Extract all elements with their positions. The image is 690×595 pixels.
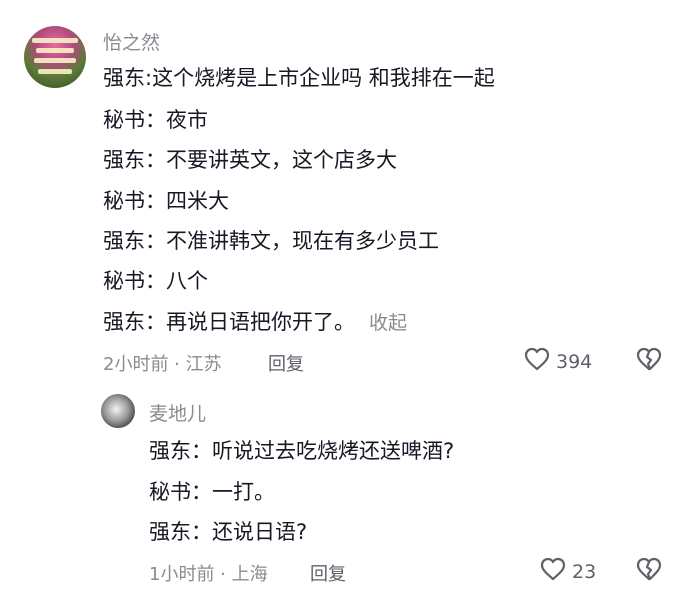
main-comment-last-line: 强东：再说日语把你开了。 收起 [103, 308, 407, 337]
reply-commenter-username[interactable]: 麦地儿 [149, 399, 206, 426]
reply-comment-line: 强东：听说过去吃烧烤还送啤酒? [149, 439, 455, 463]
reply-commenter-avatar[interactable] [101, 394, 135, 428]
reply-reply-button[interactable]: 回复 [310, 560, 346, 586]
main-dislike-button[interactable] [636, 347, 662, 376]
main-comment-line: 秘书：八个 [103, 269, 208, 293]
main-comment-line: 强东：不准讲韩文，现在有多少员工 [103, 229, 439, 253]
reply-comment-meta: 1小时前 · 上海 [149, 564, 268, 585]
main-commenter-username[interactable]: 怡之然 [103, 28, 160, 55]
main-like-count: 394 [556, 350, 593, 373]
main-reply-button[interactable]: 回复 [268, 350, 304, 376]
reply-comment-line: 秘书：一打。 [149, 480, 275, 504]
main-comment-line: 秘书：四米大 [103, 189, 229, 213]
broken-heart-icon [636, 347, 662, 376]
comment-thread: 怡之然 强东:这个烧烤是上市企业吗 和我排在一起 秘书：夜市 强东：不要讲英文，… [0, 0, 690, 595]
main-commenter-avatar[interactable] [24, 26, 86, 88]
main-like-button[interactable]: 394 [524, 347, 592, 376]
reply-like-count: 23 [572, 560, 597, 583]
reply-comment-line: 强东：还说日语? [149, 520, 308, 544]
main-comment-line: 强东:这个烧烤是上市企业吗 和我排在一起 [103, 66, 495, 90]
main-comment-meta: 2小时前 · 江苏 [103, 354, 222, 375]
heart-outline-icon [540, 557, 566, 586]
main-comment-line: 强东：不要讲英文，这个店多大 [103, 148, 397, 172]
heart-outline-icon [524, 347, 550, 376]
collapse-button[interactable]: 收起 [369, 312, 407, 334]
reply-dislike-button[interactable] [636, 557, 662, 586]
main-comment-line: 秘书：夜市 [103, 108, 208, 132]
reply-like-button[interactable]: 23 [540, 557, 596, 586]
broken-heart-icon [636, 557, 662, 586]
main-comment-line: 强东：再说日语把你开了。 [103, 310, 355, 334]
